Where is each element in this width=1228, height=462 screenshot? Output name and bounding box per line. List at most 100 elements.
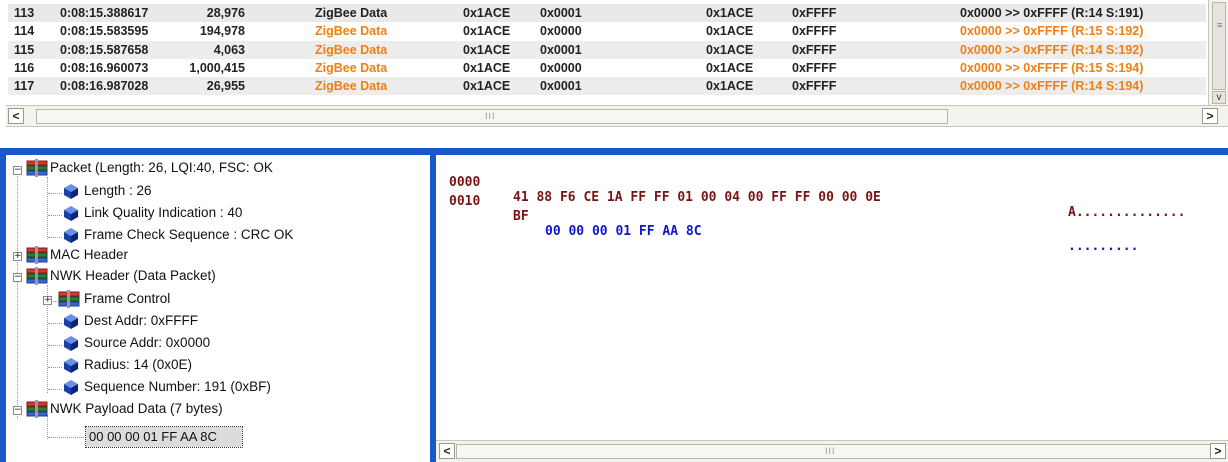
hex-row: 0010 BF 00 00 00 01 FF AA 8C .........	[436, 179, 1228, 254]
packet-type: ZigBee Data	[315, 6, 388, 20]
packet-pan-id: 0x1ACE	[463, 6, 511, 20]
packet-time: 0:08:15.388617	[60, 6, 149, 20]
packet-type: ZigBee Data	[315, 43, 388, 57]
scroll-left-button[interactable]: <	[8, 108, 24, 124]
tree-node-label: Radius: 14 (0x0E)	[84, 357, 193, 372]
packet-list-vertical-scrollbar[interactable]: ≡ v	[1208, 0, 1228, 105]
packet-delta: 194,978	[199, 24, 245, 38]
tree-line	[48, 389, 62, 390]
hex-dump-pane: 0000 41 88 F6 CE 1A FF FF 01 00 04 00 FF…	[436, 155, 1228, 462]
packet-route: 0x0000 >> 0xFFFF (R:15 S:192)	[960, 24, 1144, 38]
tree-line	[47, 415, 48, 439]
packet-number: 114	[14, 24, 35, 38]
scroll-grip-icon: III	[485, 111, 496, 121]
scroll-grip-icon: ≡	[1217, 20, 1223, 30]
hex-bytes-header: BF	[513, 209, 529, 224]
header-node-icon	[58, 290, 80, 308]
tree-line	[17, 169, 18, 419]
separator-bar	[0, 148, 1228, 155]
tree-line	[48, 323, 62, 324]
hex-bytes-payload: 00 00 00 01 FF AA 8C	[545, 224, 702, 239]
vertical-scroll-thumb[interactable]: ≡	[1212, 2, 1226, 90]
scroll-right-button[interactable]: >	[1202, 108, 1218, 124]
collapse-toggle[interactable]: −	[13, 273, 22, 282]
tree-node-label: Packet (Length: 26, LQI:40, FSC: OK	[50, 160, 273, 175]
packet-row[interactable]: 117 0:08:16.987028 26,955 ZigBee Data 0x1ACE…	[8, 77, 1206, 95]
packet-row[interactable]: 116 0:08:16.960073 1,000,415 ZigBee Data 0x1…	[8, 59, 1206, 77]
packet-destination: 0xFFFF	[792, 79, 837, 93]
packet-route: 0x0000 >> 0xFFFF (R:14 S:191)	[960, 6, 1144, 20]
packet-number: 115	[14, 43, 35, 57]
tree-node-label: MAC Header	[50, 247, 129, 262]
packet-time: 0:08:15.583595	[60, 24, 149, 38]
hex-offset: 0010	[449, 194, 481, 209]
packet-row[interactable]: 113 0:08:15.388617 28,976 ZigBee Data 0x1ACE…	[8, 4, 1206, 22]
packet-time: 0:08:16.960073	[60, 61, 149, 75]
packet-dest-pan-id: 0x1ACE	[706, 43, 754, 57]
packet-number: 116	[14, 61, 35, 75]
hex-row: 0000 41 88 F6 CE 1A FF FF 01 00 04 00 FF…	[436, 160, 1228, 220]
scroll-grip-icon: III	[825, 446, 836, 456]
packet-dest-pan-id: 0x1ACE	[706, 6, 754, 20]
packet-route: 0x0000 >> 0xFFFF (R:15 S:194)	[960, 61, 1144, 75]
header-node-icon	[26, 159, 48, 177]
packet-type: ZigBee Data	[315, 61, 388, 75]
packet-source: 0x0001	[540, 6, 582, 20]
packet-pan-id: 0x1ACE	[463, 24, 511, 38]
header-node-icon	[26, 267, 48, 285]
tree-line	[48, 193, 62, 194]
tree-line	[48, 345, 62, 346]
tree-line	[48, 437, 84, 438]
packet-type: ZigBee Data	[315, 79, 388, 93]
tree-node-label: Frame Check Sequence : CRC OK	[84, 227, 294, 242]
scroll-right-button[interactable]: >	[1210, 443, 1226, 459]
tree-node-label: Frame Control	[84, 291, 171, 306]
horizontal-scroll-thumb[interactable]: III	[36, 109, 948, 124]
field-cube-icon	[64, 228, 78, 243]
hex-horizontal-scrollbar[interactable]: < III >	[436, 440, 1228, 462]
tree-line	[48, 237, 62, 238]
field-cube-icon	[64, 358, 78, 373]
scroll-left-button[interactable]: <	[439, 443, 455, 459]
packet-delta: 1,000,415	[189, 61, 245, 75]
tree-line	[47, 177, 48, 239]
header-node-icon	[26, 246, 48, 264]
header-node-icon	[26, 400, 48, 418]
tree-node-payload-bytes[interactable]: 00 00 00 01 FF AA 8C	[85, 426, 243, 448]
expand-toggle[interactable]: +	[43, 296, 52, 305]
tree-node-label: Link Quality Indication : 40	[84, 205, 243, 220]
packet-list-horizontal-scrollbar[interactable]: < III >	[6, 105, 1228, 127]
packet-destination: 0xFFFF	[792, 24, 837, 38]
packet-source: 0x0000	[540, 24, 582, 38]
packet-source: 0x0000	[540, 61, 582, 75]
packet-row[interactable]: 114 0:08:15.583595 194,978 ZigBee Data 0x1AC…	[8, 22, 1206, 40]
collapse-toggle[interactable]: −	[13, 166, 22, 175]
expand-toggle[interactable]: +	[13, 252, 22, 261]
packet-decode-tree: − Packet (Length: 26, LQI:40, FSC: OK Le…	[6, 155, 430, 462]
packet-route: 0x0000 >> 0xFFFF (R:14 S:194)	[960, 79, 1144, 93]
collapse-toggle[interactable]: −	[13, 406, 22, 415]
tree-node-label: Length : 26	[84, 183, 152, 198]
tree-node-label: Dest Addr: 0xFFFF	[84, 313, 199, 328]
packet-dest-pan-id: 0x1ACE	[706, 61, 754, 75]
hex-ascii: .........	[1068, 239, 1139, 254]
field-cube-icon	[64, 314, 78, 329]
scroll-down-button[interactable]: v	[1212, 91, 1226, 104]
field-cube-icon	[64, 336, 78, 351]
packet-source: 0x0001	[540, 79, 582, 93]
packet-time: 0:08:15.587658	[60, 43, 149, 57]
packet-destination: 0xFFFF	[792, 43, 837, 57]
tree-line	[48, 215, 62, 216]
tree-node-label: Source Addr: 0x0000	[84, 335, 211, 350]
packet-dest-pan-id: 0x1ACE	[706, 79, 754, 93]
horizontal-scroll-thumb[interactable]: III	[456, 444, 1214, 459]
packet-list: 113 0:08:15.388617 28,976 ZigBee Data 0x1ACE…	[0, 0, 1228, 105]
packet-pan-id: 0x1ACE	[463, 61, 511, 75]
packet-delta: 26,955	[206, 79, 245, 93]
packet-row[interactable]: 115 0:08:15.587658 4,063 ZigBee Data 0x1ACE 0…	[8, 41, 1206, 59]
packet-type: ZigBee Data	[315, 24, 388, 38]
packet-pan-id: 0x1ACE	[463, 43, 511, 57]
packet-number: 113	[14, 6, 35, 20]
packet-delta: 28,976	[206, 6, 245, 20]
packet-number: 117	[14, 79, 35, 93]
